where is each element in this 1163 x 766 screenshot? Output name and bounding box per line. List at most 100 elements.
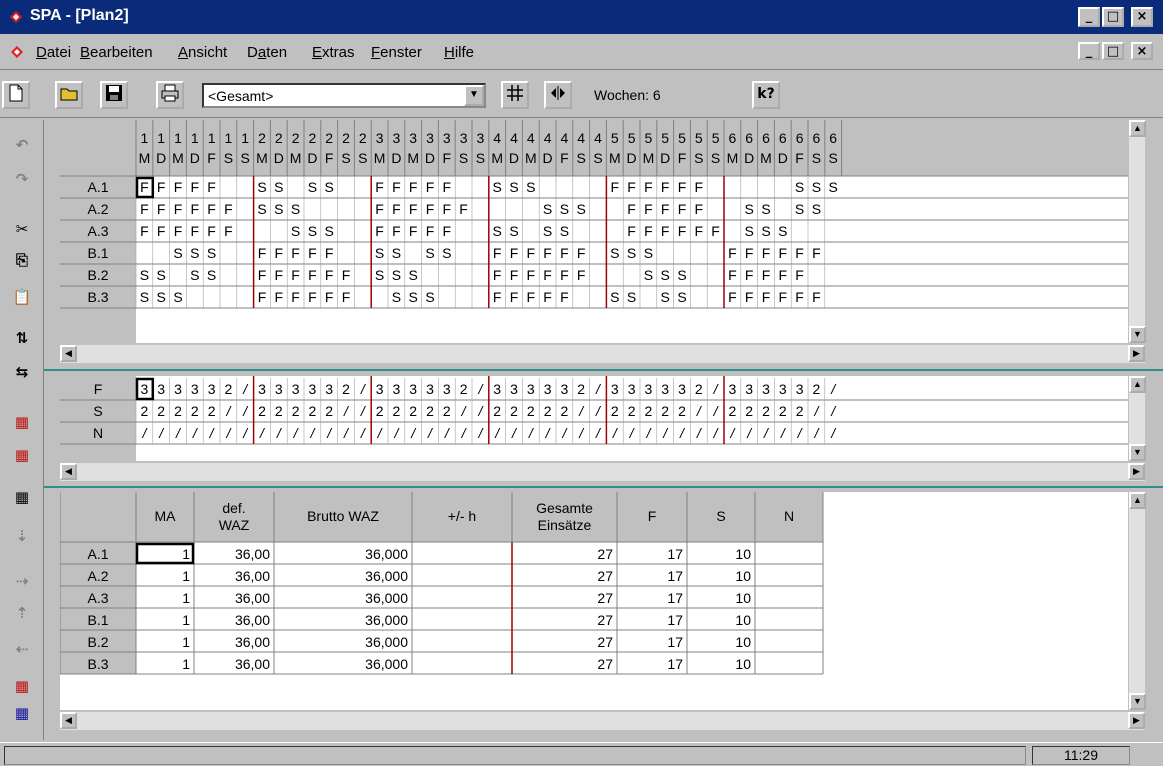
shift-cell[interactable]: S xyxy=(674,289,691,305)
menu-hilfe[interactable]: Hilfe xyxy=(444,44,474,61)
menu-bearbeiten[interactable]: Bearbeiten xyxy=(80,44,153,61)
stats-cell[interactable]: 36,000 xyxy=(274,568,412,584)
summary-cell[interactable]: 2 xyxy=(270,403,287,419)
shift-cell[interactable]: F xyxy=(388,179,405,195)
context-help-icon[interactable]: k? xyxy=(752,81,780,109)
undo-icon[interactable]: ↶ xyxy=(7,132,37,158)
summary-cell[interactable]: / xyxy=(825,381,842,397)
shift-cell[interactable]: F xyxy=(741,245,758,261)
shift-cell[interactable]: F xyxy=(489,267,506,283)
summary-cell[interactable]: / xyxy=(758,425,775,441)
stats-cell[interactable]: 17 xyxy=(617,612,687,628)
table-outline-icon[interactable]: ▦ xyxy=(7,484,37,510)
shift-cell[interactable]: F xyxy=(724,289,741,305)
summary-cell[interactable]: 2 xyxy=(657,403,674,419)
shift-cell[interactable]: F xyxy=(405,223,422,239)
summary-cell[interactable]: / xyxy=(472,403,489,419)
shift-cell[interactable]: F xyxy=(254,267,271,283)
shift-cell[interactable]: F xyxy=(438,179,455,195)
summary-cell[interactable]: 2 xyxy=(203,403,220,419)
summary-cell[interactable]: 3 xyxy=(287,381,304,397)
stats-cell[interactable]: 36,000 xyxy=(274,656,412,672)
doc-restore-button[interactable]: □ xyxy=(1102,42,1124,60)
summary-cell[interactable]: / xyxy=(724,425,741,441)
shift-cell[interactable]: F xyxy=(321,267,338,283)
stats-header[interactable]: N xyxy=(755,508,823,525)
summary-cell[interactable]: 2 xyxy=(438,403,455,419)
shift-cell[interactable]: F xyxy=(371,179,388,195)
summary-cell[interactable]: 3 xyxy=(136,381,153,397)
shift-cell[interactable]: F xyxy=(153,223,170,239)
shift-cell[interactable]: F xyxy=(203,201,220,217)
shift-cell[interactable]: S xyxy=(573,201,590,217)
summary-cell[interactable]: 2 xyxy=(623,403,640,419)
shift-cell[interactable]: F xyxy=(438,223,455,239)
shift-cell[interactable]: F xyxy=(690,223,707,239)
summary-grid[interactable]: F 3 3 3 3 3 2/3 3 3 3 3 2/3 3 3 3 3 2/3 3 3 3 3 2/3 3 3 3 3 2/3 3 3 3… xyxy=(60,376,1128,461)
shift-cell[interactable]: F xyxy=(388,223,405,239)
doc-minimize-button[interactable]: _ xyxy=(1078,42,1100,60)
summary-cell[interactable]: 2 xyxy=(506,403,523,419)
summary-cell[interactable]: 2 xyxy=(573,381,590,397)
summary-cell[interactable]: / xyxy=(237,403,254,419)
shift-cell[interactable]: F xyxy=(506,289,523,305)
shift-cell[interactable]: S xyxy=(371,267,388,283)
summary-cell[interactable]: / xyxy=(556,425,573,441)
shift-cell[interactable]: S xyxy=(388,289,405,305)
summary-cell[interactable]: / xyxy=(825,425,842,441)
menu-ansicht[interactable]: Ansicht xyxy=(178,44,227,61)
summary-cell[interactable]: 2 xyxy=(640,403,657,419)
shift-cell[interactable]: F xyxy=(170,179,187,195)
stats-cell[interactable]: 27 xyxy=(512,568,617,584)
shift-cell[interactable]: F xyxy=(489,245,506,261)
summary-cell[interactable]: / xyxy=(438,425,455,441)
shift-cell[interactable]: F xyxy=(270,267,287,283)
summary-cell[interactable]: / xyxy=(254,425,271,441)
summary-cell[interactable]: 2 xyxy=(724,403,741,419)
stats-cell[interactable]: 27 xyxy=(512,656,617,672)
stats-cell[interactable]: 36,000 xyxy=(274,612,412,628)
shift-cell[interactable]: F xyxy=(556,267,573,283)
shift-cell[interactable]: S xyxy=(287,201,304,217)
summary-cell[interactable]: / xyxy=(539,425,556,441)
summary-cell[interactable]: / xyxy=(136,425,153,441)
shift-cell[interactable]: S xyxy=(774,223,791,239)
stats-cell[interactable]: 10 xyxy=(687,568,755,584)
pane-divider[interactable] xyxy=(44,369,1163,371)
pane-divider-2[interactable] xyxy=(44,486,1163,488)
summary-cell[interactable]: 3 xyxy=(304,381,321,397)
summary-cell[interactable]: / xyxy=(606,425,623,441)
move-up-icon[interactable]: ⇡ xyxy=(7,600,37,626)
summary-cell[interactable]: / xyxy=(455,425,472,441)
summary-cell[interactable]: 2 xyxy=(321,403,338,419)
shift-cell[interactable]: F xyxy=(774,245,791,261)
shift-cell[interactable]: S xyxy=(758,223,775,239)
dropdown-arrow-icon[interactable]: ▼ xyxy=(464,85,484,106)
plan-vertical-scrollbar[interactable]: ▲ ▼ xyxy=(1128,120,1146,343)
summary-cell[interactable]: / xyxy=(657,425,674,441)
shift-cell[interactable]: F xyxy=(203,223,220,239)
shift-cell[interactable]: F xyxy=(170,223,187,239)
table-icon[interactable]: ▦ xyxy=(7,442,37,468)
shift-cell[interactable]: S xyxy=(657,267,674,283)
stats-cell[interactable]: 36,00 xyxy=(194,546,274,562)
shift-cell[interactable]: S xyxy=(270,201,287,217)
shift-cell[interactable]: F xyxy=(489,289,506,305)
shift-cell[interactable]: F xyxy=(506,245,523,261)
shift-cell[interactable]: S xyxy=(422,289,439,305)
stats-cell[interactable]: 36,000 xyxy=(274,590,412,606)
shift-cell[interactable]: F xyxy=(438,201,455,217)
stats-cell[interactable]: 1 xyxy=(136,656,194,672)
stats-cell[interactable]: 17 xyxy=(617,568,687,584)
summary-cell[interactable]: 3 xyxy=(741,381,758,397)
summary-cell[interactable]: 3 xyxy=(758,381,775,397)
summary-cell[interactable]: 2 xyxy=(186,403,203,419)
stats-cell[interactable]: 36,00 xyxy=(194,568,274,584)
summary-cell[interactable]: / xyxy=(237,381,254,397)
shift-cell[interactable]: S xyxy=(136,289,153,305)
menu-datei[interactable]: Datei xyxy=(36,44,71,61)
shift-cell[interactable]: F xyxy=(203,179,220,195)
summary-cell[interactable]: / xyxy=(405,425,422,441)
summary-cell[interactable]: / xyxy=(220,425,237,441)
stats-header[interactable]: def. WAZ xyxy=(194,500,274,534)
